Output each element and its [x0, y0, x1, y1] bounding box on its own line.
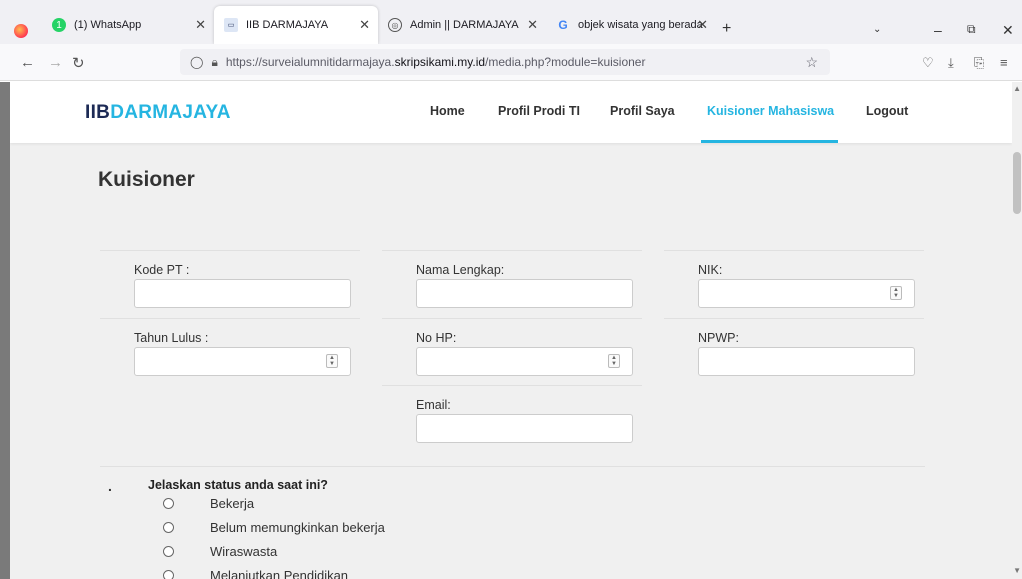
- divider: [100, 318, 360, 319]
- tab-title: IIB DARMAJAYA: [246, 19, 329, 31]
- address-bar[interactable]: ◯ 🔒︎ https://surveialumnitidarmajaya. skr…: [180, 49, 830, 75]
- tab-title: objek wisata yang berada di dar: [578, 19, 706, 31]
- site-header: IIBDARMAJAYA Home Profil Prodi TI Profil…: [10, 82, 1012, 143]
- question-number: .: [108, 478, 112, 494]
- forward-icon[interactable]: →: [48, 54, 63, 71]
- tab-iib-darmajaya[interactable]: ▭ IIB DARMAJAYA ✕: [214, 6, 378, 44]
- email-input[interactable]: [416, 414, 633, 443]
- divider: [100, 250, 360, 251]
- close-icon[interactable]: ✕: [195, 17, 206, 33]
- pocket-icon[interactable]: ♡: [922, 55, 934, 71]
- extensions-icon[interactable]: ⎘: [974, 55, 984, 71]
- npwp-input[interactable]: [698, 347, 915, 376]
- shield-icon[interactable]: ◯: [190, 55, 203, 69]
- option-label: Melanjutkan Pendidikan: [210, 568, 349, 579]
- menu-item-profil-prodi[interactable]: Profil Prodi TI: [498, 104, 580, 118]
- tab-title: Admin || DARMAJAYA: [410, 19, 519, 31]
- option-bekerja[interactable]: Bekerja: [163, 496, 254, 511]
- divider: [382, 385, 642, 386]
- nik-spinner-icon[interactable]: ▲ ▼: [890, 286, 902, 300]
- tab-title: (1) WhatsApp: [74, 19, 142, 31]
- brand-part2: DARMAJAYA: [110, 102, 231, 123]
- bookmark-star-icon[interactable]: ☆: [805, 54, 818, 71]
- option-label: Bekerja: [210, 496, 255, 511]
- brand-part1: IIB: [85, 102, 111, 123]
- page-content: IIBDARMAJAYA Home Profil Prodi TI Profil…: [10, 82, 1012, 579]
- tab-whatsapp[interactable]: 1 (1) WhatsApp ✕: [42, 6, 214, 44]
- email-label: Email:: [416, 398, 451, 412]
- menu-item-logout[interactable]: Logout: [866, 104, 908, 118]
- nik-input[interactable]: [698, 279, 915, 308]
- radio-button[interactable]: [163, 546, 174, 557]
- option-wiraswasta[interactable]: Wiraswasta: [163, 544, 277, 559]
- active-menu-indicator: [701, 140, 838, 143]
- tahun-lulus-input[interactable]: [134, 347, 351, 376]
- radio-button[interactable]: [163, 570, 174, 579]
- close-icon[interactable]: ✕: [359, 17, 370, 33]
- lock-icon[interactable]: 🔒︎: [211, 55, 217, 70]
- download-icon[interactable]: ⤓: [948, 55, 954, 71]
- option-label: Belum memungkinkan bekerja: [210, 520, 385, 535]
- menu-item-home[interactable]: Home: [430, 104, 465, 118]
- option-melanjutkan-pendidikan[interactable]: Melanjutkan Pendidikan: [163, 568, 348, 579]
- no-hp-label: No HP:: [416, 331, 457, 345]
- list-tabs-icon[interactable]: ⌄: [873, 24, 881, 35]
- site-favicon-icon: ▭: [224, 18, 238, 32]
- browser-tab-bar: 1 (1) WhatsApp ✕ ▭ IIB DARMAJAYA ✕ ◎ Adm…: [0, 0, 1022, 44]
- menu-icon[interactable]: ≡: [1000, 55, 1008, 70]
- no-hp-input[interactable]: [416, 347, 633, 376]
- close-icon[interactable]: ✕: [527, 17, 538, 33]
- back-icon[interactable]: ←: [20, 54, 35, 71]
- npwp-label: NPWP:: [698, 331, 739, 345]
- divider: [382, 250, 642, 251]
- url-path: /media.php?module=kuisioner: [485, 55, 646, 69]
- divider: [100, 466, 925, 467]
- site-logo[interactable]: IIBDARMAJAYA: [85, 102, 231, 124]
- nik-label: NIK:: [698, 263, 723, 277]
- scroll-down-icon[interactable]: ▼: [1013, 566, 1021, 575]
- kode-pt-label: Kode PT :: [134, 263, 190, 277]
- menu-item-profil-saya[interactable]: Profil Saya: [610, 104, 675, 118]
- option-belum-bekerja[interactable]: Belum memungkinkan bekerja: [163, 520, 385, 535]
- restore-icon[interactable]: ⧉: [967, 22, 976, 37]
- kode-pt-input[interactable]: [134, 279, 351, 308]
- radio-button[interactable]: [163, 522, 174, 533]
- tab-admin-darmajaya[interactable]: ◎ Admin || DARMAJAYA ✕: [378, 6, 546, 44]
- whatsapp-icon: 1: [52, 18, 66, 32]
- minimize-icon[interactable]: –: [934, 22, 942, 38]
- close-icon[interactable]: ✕: [697, 17, 708, 33]
- no-hp-spinner-icon[interactable]: ▲ ▼: [608, 354, 620, 368]
- question-text: Jelaskan status anda saat ini?: [148, 478, 328, 492]
- page-title: Kuisioner: [98, 168, 195, 191]
- new-tab-icon[interactable]: +: [722, 20, 731, 38]
- window-edge: [0, 82, 10, 579]
- firefox-icon: [14, 24, 28, 38]
- url-prefix: https://surveialumnitidarmajaya.: [225, 55, 395, 69]
- tahun-lulus-label: Tahun Lulus :: [134, 331, 209, 345]
- site-favicon-icon: ◎: [388, 18, 402, 32]
- browser-navigation-bar: ← → ↻ ◯ 🔒︎ https://surveialumnitidarmaja…: [0, 44, 1022, 81]
- close-window-icon[interactable]: ✕: [1002, 22, 1014, 39]
- radio-button[interactable]: [163, 498, 174, 509]
- scrollbar-thumb[interactable]: [1013, 152, 1021, 214]
- scroll-up-icon[interactable]: ▲: [1013, 84, 1021, 93]
- tab-google-search[interactable]: G objek wisata yang berada di dar ✕: [546, 6, 716, 44]
- nama-lengkap-input[interactable]: [416, 279, 633, 308]
- url-domain: skripsikami.my.id: [394, 55, 486, 69]
- tahun-lulus-spinner-icon[interactable]: ▲ ▼: [326, 354, 338, 368]
- divider: [664, 318, 924, 319]
- divider: [382, 318, 642, 319]
- google-icon: G: [558, 18, 568, 32]
- nama-lengkap-label: Nama Lengkap:: [416, 263, 505, 277]
- divider: [664, 250, 924, 251]
- reload-icon[interactable]: ↻: [72, 54, 85, 72]
- menu-item-kuisioner[interactable]: Kuisioner Mahasiswa: [707, 104, 834, 118]
- option-label: Wiraswasta: [210, 544, 278, 559]
